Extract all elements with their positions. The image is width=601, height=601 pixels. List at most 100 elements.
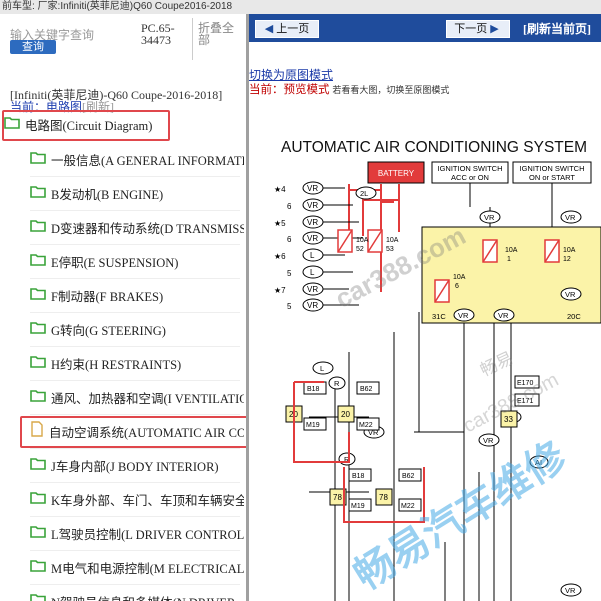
folder-icon: [30, 218, 46, 236]
tree-item[interactable]: B发动机(B ENGINE): [30, 177, 244, 209]
left-panel: 输入关键字查询 查询 PC.65-34473 折叠全部 [Infiniti(英菲…: [0, 14, 246, 601]
current-mode-label: 当前：预览模式: [249, 84, 330, 96]
svg-text:B62: B62: [360, 386, 373, 393]
svg-text:L: L: [310, 251, 315, 260]
vehicle-title: 前车型: 厂家:Infiniti(英菲尼迪)Q60 Coupe2016-2018: [2, 1, 233, 12]
svg-text:VR: VR: [484, 213, 495, 222]
folder-icon: [30, 524, 46, 542]
search-button[interactable]: 查询: [10, 40, 56, 54]
fold-all-button[interactable]: 折叠全部: [198, 22, 238, 46]
svg-text:2L: 2L: [360, 189, 368, 198]
svg-text:VR: VR: [498, 311, 509, 320]
svg-text:L: L: [310, 268, 315, 277]
battery-label: BATTERY: [378, 169, 415, 178]
folder-icon: [30, 592, 46, 601]
folder-icon: [30, 490, 46, 508]
folder-open-icon: [4, 115, 20, 133]
svg-text:B62: B62: [402, 473, 415, 480]
folder-icon: [30, 354, 46, 372]
svg-text:VR: VR: [307, 234, 318, 243]
tree-item[interactable]: F制动器(F BRAKES): [30, 279, 244, 311]
svg-text:VR: VR: [307, 301, 318, 310]
folder-icon: [30, 320, 46, 338]
svg-text:B18: B18: [352, 473, 365, 480]
terminal-list: ★4 VR 6 VR ★5 VR 6 VR ★6 L 5 L ★7 VR 5 VR: [274, 181, 324, 312]
svg-text:1: 1: [507, 256, 511, 263]
ign1-line2: ACC or ON: [451, 173, 489, 182]
svg-text:M22: M22: [359, 422, 373, 429]
folder-icon: [30, 286, 46, 304]
folder-icon: [30, 150, 46, 168]
tree-item[interactable]: N驾驶员信息和多媒体(N DRIVER: [30, 585, 244, 601]
svg-text:78: 78: [379, 493, 388, 502]
svg-text:VR: VR: [565, 213, 576, 222]
tree-item[interactable]: D变速器和传动系统(D TRANSMISSION & DRIVELINE): [30, 211, 244, 243]
svg-text:VR: VR: [307, 285, 318, 294]
folder-icon: [30, 252, 46, 270]
svg-text:20C: 20C: [567, 312, 581, 321]
page-nav-bar: ◀ 上一页 下一页 ▶ [刷新当前页]: [249, 14, 601, 42]
svg-text:10A: 10A: [386, 237, 399, 244]
tree-item-label: M电气和电源控制(M ELECTRICAL): [51, 561, 244, 576]
tree-item-label: L驾驶员控制(L DRIVER CONTROLS): [51, 527, 244, 542]
folder-icon: [30, 388, 46, 406]
svg-text:B18: B18: [307, 386, 320, 393]
svg-text:5: 5: [287, 269, 292, 278]
prev-page-button[interactable]: ◀ 上一页: [255, 20, 319, 38]
next-page-button[interactable]: 下一页 ▶: [446, 20, 510, 38]
svg-text:5: 5: [287, 302, 292, 311]
arrow-left-icon: ◀: [264, 23, 274, 35]
svg-text:10A: 10A: [505, 247, 518, 254]
tree-root-label: 电路图(Circuit Diagram): [25, 118, 153, 133]
tree-item[interactable]: K车身外部、车门、车顶和车辆安全: [30, 483, 244, 515]
prev-page-label: 上一页: [276, 23, 310, 35]
svg-text:VR: VR: [458, 311, 469, 320]
tree-item-label: G转向(G STEERING): [51, 323, 166, 338]
svg-text:★4: ★4: [274, 185, 286, 194]
svg-text:R: R: [334, 379, 340, 388]
refresh-page-button[interactable]: [刷新当前页]: [523, 20, 591, 37]
folder-icon: [30, 558, 46, 576]
svg-text:VR: VR: [565, 586, 576, 595]
svg-text:6: 6: [287, 235, 292, 244]
svg-text:M19: M19: [306, 422, 320, 429]
svg-text:31C: 31C: [432, 312, 446, 321]
tree-item-label: E停职(E SUSPENSION): [51, 255, 179, 270]
tree-item-label: H约束(H RESTRAINTS): [51, 357, 182, 372]
svg-text:VR: VR: [565, 290, 576, 299]
svg-text:VR: VR: [483, 436, 494, 445]
viewer-panel: ◀ 上一页 下一页 ▶ [刷新当前页] 切换为原图模式 当前：预览模式 若看看大图，…: [249, 14, 601, 601]
tree-item-label: 一般信息(A GENERAL INFORMATION): [51, 153, 244, 168]
tree-item[interactable]: 一般信息(A GENERAL INFORMATION): [30, 143, 244, 175]
mode-hint: 若看看大图，切换至原图模式: [332, 85, 450, 95]
tree-item-label: B发动机(B ENGINE): [51, 187, 164, 202]
svg-text:12: 12: [563, 256, 571, 263]
svg-text:★5: ★5: [274, 219, 286, 228]
tree-item[interactable]: 通风、加热器和空调(I VENTILATION): [30, 381, 244, 413]
tree-item[interactable]: G转向(G STEERING): [30, 313, 244, 345]
svg-text:VR: VR: [307, 218, 318, 227]
svg-text:78: 78: [333, 493, 342, 502]
divider: [192, 18, 193, 60]
tree-item[interactable]: M电气和电源控制(M ELECTRICAL): [30, 551, 244, 583]
tree-item-label: F制动器(F BRAKES): [51, 289, 164, 304]
svg-text:★7: ★7: [274, 286, 286, 295]
tree-root-circuit-diagram[interactable]: 电路图(Circuit Diagram): [4, 108, 164, 140]
selected-item-highlight: [20, 416, 246, 448]
svg-text:L: L: [320, 364, 324, 373]
mode-status: 当前：预览模式 若看看大图，切换至原图模式: [249, 81, 449, 97]
tree-item-label: J车身内部(J BODY INTERIOR): [51, 459, 219, 474]
ign1-line1: IGNITION SWITCH: [438, 164, 503, 173]
svg-text:VR: VR: [307, 201, 318, 210]
folder-icon: [30, 184, 46, 202]
svg-text:M19: M19: [351, 503, 365, 510]
tree-item[interactable]: L驾驶员控制(L DRIVER CONTROLS): [30, 517, 244, 549]
tree-item[interactable]: E停职(E SUSPENSION): [30, 245, 244, 277]
tree-item[interactable]: H约束(H RESTRAINTS): [30, 347, 244, 379]
svg-text:6: 6: [287, 202, 292, 211]
tree-item-label: D变速器和传动系统(D TRANSMISSION & DRIVELINE): [51, 221, 244, 236]
tree-item[interactable]: J车身内部(J BODY INTERIOR): [30, 449, 244, 481]
svg-text:10A: 10A: [563, 247, 576, 254]
tree-item-label: K车身外部、车门、车顶和车辆安全: [51, 493, 244, 508]
tree-item-label: N驾驶员信息和多媒体(N DRIVER: [51, 592, 235, 601]
